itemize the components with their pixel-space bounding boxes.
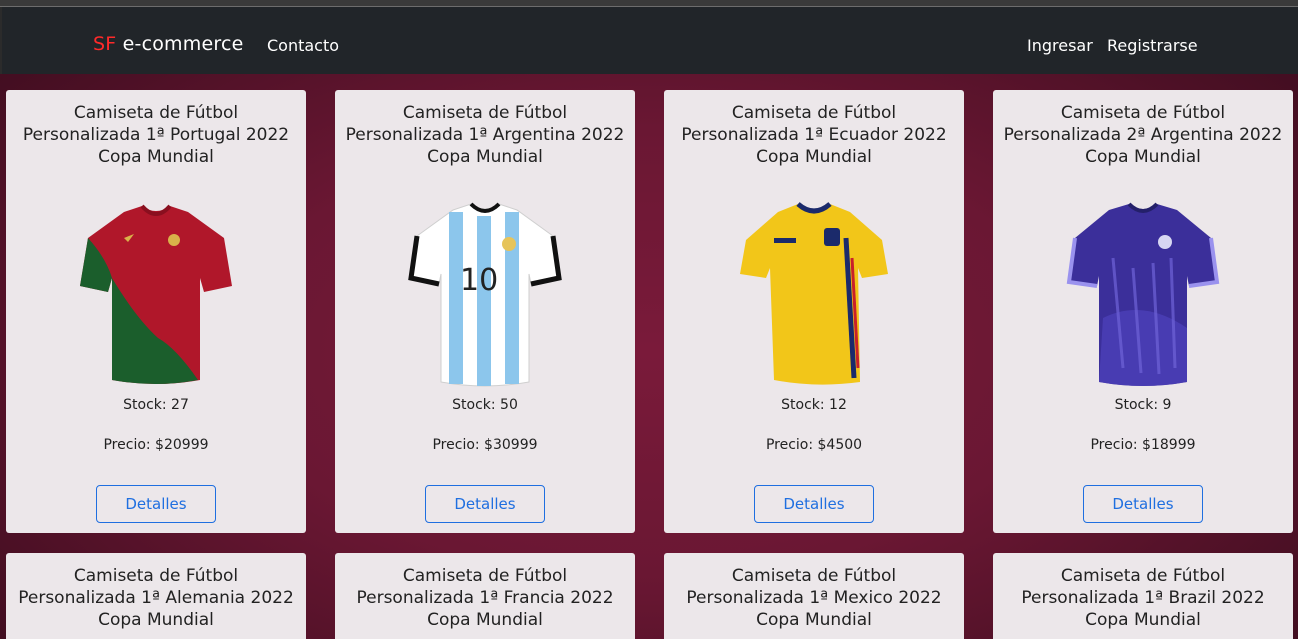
nav-link-registrarse[interactable]: Registrarse <box>1107 36 1198 55</box>
jersey-number: 10 <box>460 263 498 298</box>
product-card: Camiseta de Fútbol Personalizada 1ª Port… <box>6 90 306 533</box>
navbar: SF e-commerce Contacto Ingresar Registra… <box>0 7 1298 74</box>
product-title: Camiseta de Fútbol Personalizada 1ª Arge… <box>345 103 625 167</box>
product-title: Camiseta de Fútbol Personalizada 1ª Fran… <box>356 566 614 630</box>
product-price: Precio: $30999 <box>432 437 538 453</box>
product-card: Camiseta de Fútbol Personalizada 1ª Alem… <box>6 553 306 639</box>
product-title: Camiseta de Fútbol Personalizada 2ª Arge… <box>1003 103 1283 167</box>
product-stock: Stock: 50 <box>452 397 518 413</box>
brand-suffix: e-commerce <box>116 33 244 55</box>
product-card: Camiseta de Fútbol Personalizada 1ª Ecua… <box>664 90 964 533</box>
product-price: Precio: $18999 <box>1090 437 1196 453</box>
product-title: Camiseta de Fútbol Personalizada 1ª Ecua… <box>681 103 947 167</box>
product-stock: Stock: 12 <box>781 397 847 413</box>
product-price: Precio: $20999 <box>103 437 209 453</box>
nav-link-contacto[interactable]: Contacto <box>267 36 339 55</box>
nav-link-ingresar[interactable]: Ingresar <box>1027 36 1093 55</box>
product-title: Camiseta de Fútbol Personalizada 1ª Mexi… <box>686 566 942 630</box>
window-top-strip <box>0 0 1298 7</box>
details-button[interactable]: Detalles <box>425 485 545 523</box>
product-title: Camiseta de Fútbol Personalizada 1ª Braz… <box>1021 566 1265 630</box>
product-price: Precio: $4500 <box>765 437 863 453</box>
details-button[interactable]: Detalles <box>754 485 874 523</box>
product-card: Camiseta de Fútbol Personalizada 1ª Arge… <box>335 90 635 533</box>
product-title: Camiseta de Fútbol Personalizada 1ª Port… <box>22 103 290 167</box>
product-card: Camiseta de Fútbol Personalizada 1ª Fran… <box>335 553 635 639</box>
portugal-jersey-icon <box>80 204 232 384</box>
brand-logo[interactable]: SF e-commerce <box>93 33 243 55</box>
details-button[interactable]: Detalles <box>96 485 216 523</box>
ecuador-jersey-icon <box>740 202 888 385</box>
product-card: Camiseta de Fútbol Personalizada 2ª Arge… <box>993 90 1293 533</box>
product-stock: Stock: 9 <box>1114 397 1172 413</box>
product-stock: Stock: 27 <box>123 397 189 413</box>
product-title: Camiseta de Fútbol Personalizada 1ª Alem… <box>18 566 294 630</box>
brand-prefix: SF <box>93 33 117 55</box>
product-card: Camiseta de Fútbol Personalizada 1ª Mexi… <box>664 553 964 639</box>
argentina-away-jersey-icon <box>1066 202 1220 386</box>
argentina-home-jersey-icon: 10 <box>408 202 562 387</box>
product-card: Camiseta de Fútbol Personalizada 1ª Braz… <box>993 553 1293 639</box>
details-button[interactable]: Detalles <box>1083 485 1203 523</box>
